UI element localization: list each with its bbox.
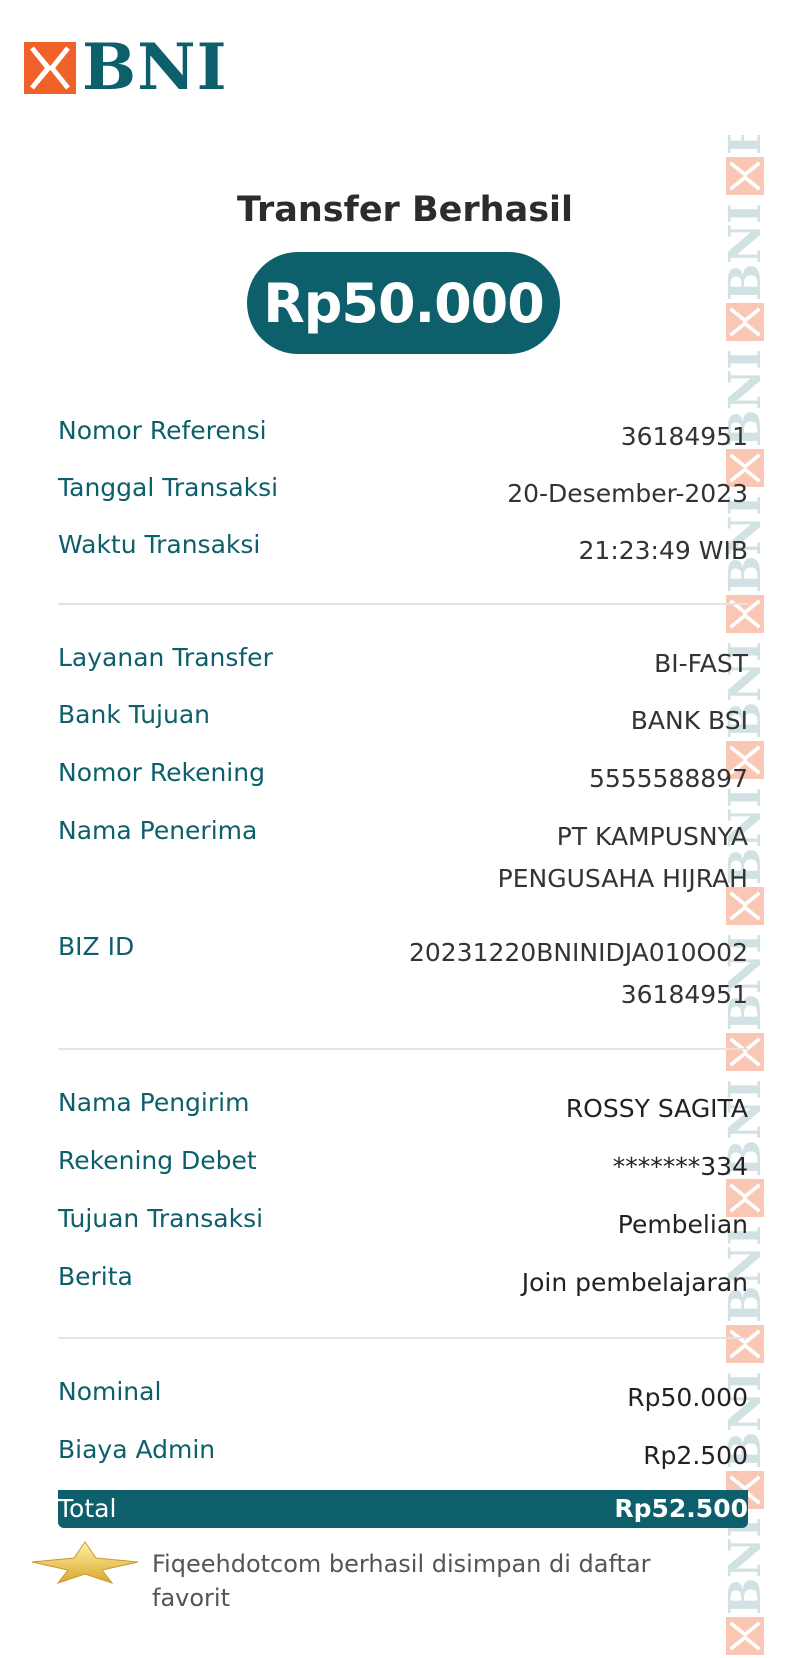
page-title: Transfer Berhasil xyxy=(236,190,574,230)
total-label: Total xyxy=(58,1494,117,1523)
biz-id-value-line1: 20231220BNINIDJA010O02 xyxy=(408,938,748,967)
message-label: Berita xyxy=(58,1262,133,1291)
time-label: Waktu Transaksi xyxy=(58,530,261,559)
debit-account-value: *******334 xyxy=(612,1152,748,1181)
favorite-saved-note: Fiqeehdotcom berhasil disimpan di daftar… xyxy=(152,1550,651,1612)
service-label: Layanan Transfer xyxy=(58,643,273,672)
reference-value: 36184951 xyxy=(620,422,748,451)
total-row: Total Rp52.500 xyxy=(58,1490,748,1528)
divider xyxy=(58,603,748,605)
watermark-text: BNI xyxy=(720,1517,770,1615)
account-number-value: 5555588897 xyxy=(588,764,748,793)
time-value: 21:23:49 WIB xyxy=(578,536,748,565)
account-number-label: Nomor Rekening xyxy=(58,758,265,787)
reference-label: Nomor Referensi xyxy=(58,416,267,445)
admin-fee-value: Rp2.500 xyxy=(643,1441,748,1470)
nominal-label: Nominal xyxy=(58,1377,162,1406)
biz-id-value-line2: 36184951 xyxy=(620,980,748,1009)
service-value: BI-FAST xyxy=(654,649,748,678)
bni-logo-mark-icon xyxy=(726,303,764,341)
bni-logo-mark-icon xyxy=(726,1033,764,1071)
bni-logo-mark-icon xyxy=(726,1325,764,1363)
purpose-label: Tujuan Transaksi xyxy=(58,1204,264,1233)
recipient-label: Nama Penerima xyxy=(58,816,258,845)
bni-logo-mark-icon xyxy=(726,1617,764,1655)
bni-logo-mark-icon xyxy=(726,595,764,633)
bni-logo: BNI xyxy=(24,36,228,100)
recipient-value-line1: PT KAMPUSNYA xyxy=(556,822,748,851)
recipient-value-line2: PENGUSAHA HIJRAH xyxy=(497,864,748,893)
watermark-text: BNI xyxy=(720,135,770,155)
date-label: Tanggal Transaksi xyxy=(58,473,279,502)
watermark-unit: BNI xyxy=(720,135,770,195)
bank-value: BANK BSI xyxy=(630,706,748,735)
star-icon xyxy=(31,1541,139,1584)
nominal-value: Rp50.000 xyxy=(627,1383,748,1412)
bni-logo-text: BNI xyxy=(82,30,228,105)
sender-label: Nama Pengirim xyxy=(58,1088,250,1117)
sender-value: ROSSY SAGITA xyxy=(565,1094,748,1123)
biz-id-label: BIZ ID xyxy=(58,932,135,961)
date-value: 20-Desember-2023 xyxy=(507,479,748,508)
purpose-value: Pembelian xyxy=(617,1210,748,1239)
watermark-unit: BNI xyxy=(720,1517,770,1655)
total-value: Rp52.500 xyxy=(614,1494,748,1523)
amount-badge: Rp50.000 xyxy=(247,252,560,354)
bank-label: Bank Tujuan xyxy=(58,700,211,729)
divider xyxy=(58,1337,748,1339)
admin-fee-label: Biaya Admin xyxy=(58,1435,216,1464)
message-value: Join pembelajaran xyxy=(521,1268,748,1297)
bni-logo-mark-icon xyxy=(24,42,76,94)
debit-account-label: Rekening Debet xyxy=(58,1146,257,1175)
divider xyxy=(58,1048,748,1050)
